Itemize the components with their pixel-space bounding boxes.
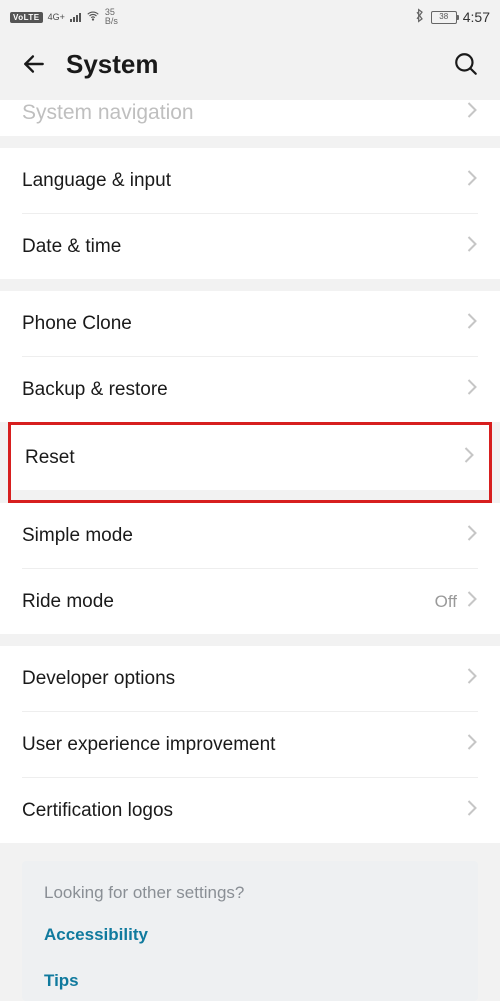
chevron-right-icon: [465, 168, 478, 193]
chevron-right-icon: [465, 234, 478, 259]
search-button[interactable]: [450, 48, 482, 80]
chevron-right-icon: [465, 311, 478, 336]
network-type: 4G+: [48, 12, 65, 22]
row-ride-mode[interactable]: Ride mode Off: [0, 569, 500, 634]
row-label: Certification logos: [22, 800, 465, 822]
row-label: Developer options: [22, 668, 465, 690]
row-label: Date & time: [22, 236, 465, 258]
link-accessibility[interactable]: Accessibility: [44, 925, 456, 945]
row-backup-restore[interactable]: Backup & restore: [0, 357, 500, 422]
other-settings-card: Looking for other settings? Accessibilit…: [22, 861, 478, 1001]
clock: 4:57: [463, 9, 490, 25]
volte-icon: VoLTE: [10, 12, 43, 23]
row-simple-mode[interactable]: Simple mode: [0, 503, 500, 568]
other-settings-title: Looking for other settings?: [44, 883, 456, 903]
row-date-time[interactable]: Date & time: [0, 214, 500, 279]
row-label: Reset: [25, 447, 462, 469]
network-speed: 35B/s: [105, 8, 118, 26]
row-phone-clone[interactable]: Phone Clone: [0, 291, 500, 356]
chevron-right-icon: [465, 732, 478, 757]
status-right: 38 4:57: [414, 8, 490, 26]
settings-list: System navigation Language & input Date …: [0, 100, 500, 1001]
row-label: System navigation: [22, 101, 194, 125]
chevron-right-icon: [465, 523, 478, 548]
group-advanced: Developer options User experience improv…: [0, 646, 500, 843]
row-value: Off: [435, 592, 457, 612]
chevron-right-icon: [465, 100, 478, 126]
back-button[interactable]: [18, 48, 50, 80]
bluetooth-icon: [414, 8, 425, 26]
chevron-right-icon: [465, 666, 478, 691]
chevron-right-icon: [465, 377, 478, 402]
row-label: Backup & restore: [22, 379, 465, 401]
battery-icon: 38: [431, 11, 457, 24]
status-left: VoLTE 4G+ 35B/s: [10, 8, 118, 26]
group-modes: Simple mode Ride mode Off: [0, 503, 500, 634]
status-bar: VoLTE 4G+ 35B/s 38 4:57: [0, 0, 500, 34]
group-locale: Language & input Date & time: [0, 148, 500, 279]
wifi-icon: [86, 9, 100, 26]
row-user-experience-improvement[interactable]: User experience improvement: [0, 712, 500, 777]
chevron-right-icon: [465, 589, 478, 614]
row-label: User experience improvement: [22, 734, 465, 756]
app-bar: System: [0, 34, 500, 100]
link-tips[interactable]: Tips: [44, 971, 456, 991]
signal-icon: [70, 12, 81, 22]
row-label: Ride mode: [22, 591, 435, 613]
row-certification-logos[interactable]: Certification logos: [0, 778, 500, 843]
row-system-navigation[interactable]: System navigation: [0, 100, 500, 136]
row-label: Language & input: [22, 170, 465, 192]
group-backup: Phone Clone Backup & restore: [0, 291, 500, 422]
page-title: System: [66, 49, 450, 80]
row-label: Phone Clone: [22, 313, 465, 335]
row-label: Simple mode: [22, 525, 465, 547]
chevron-right-icon: [465, 798, 478, 823]
row-language-input[interactable]: Language & input: [0, 148, 500, 213]
chevron-right-icon: [462, 445, 475, 470]
row-reset[interactable]: Reset: [11, 425, 489, 490]
row-developer-options[interactable]: Developer options: [0, 646, 500, 711]
highlight-reset: Reset: [8, 422, 492, 503]
